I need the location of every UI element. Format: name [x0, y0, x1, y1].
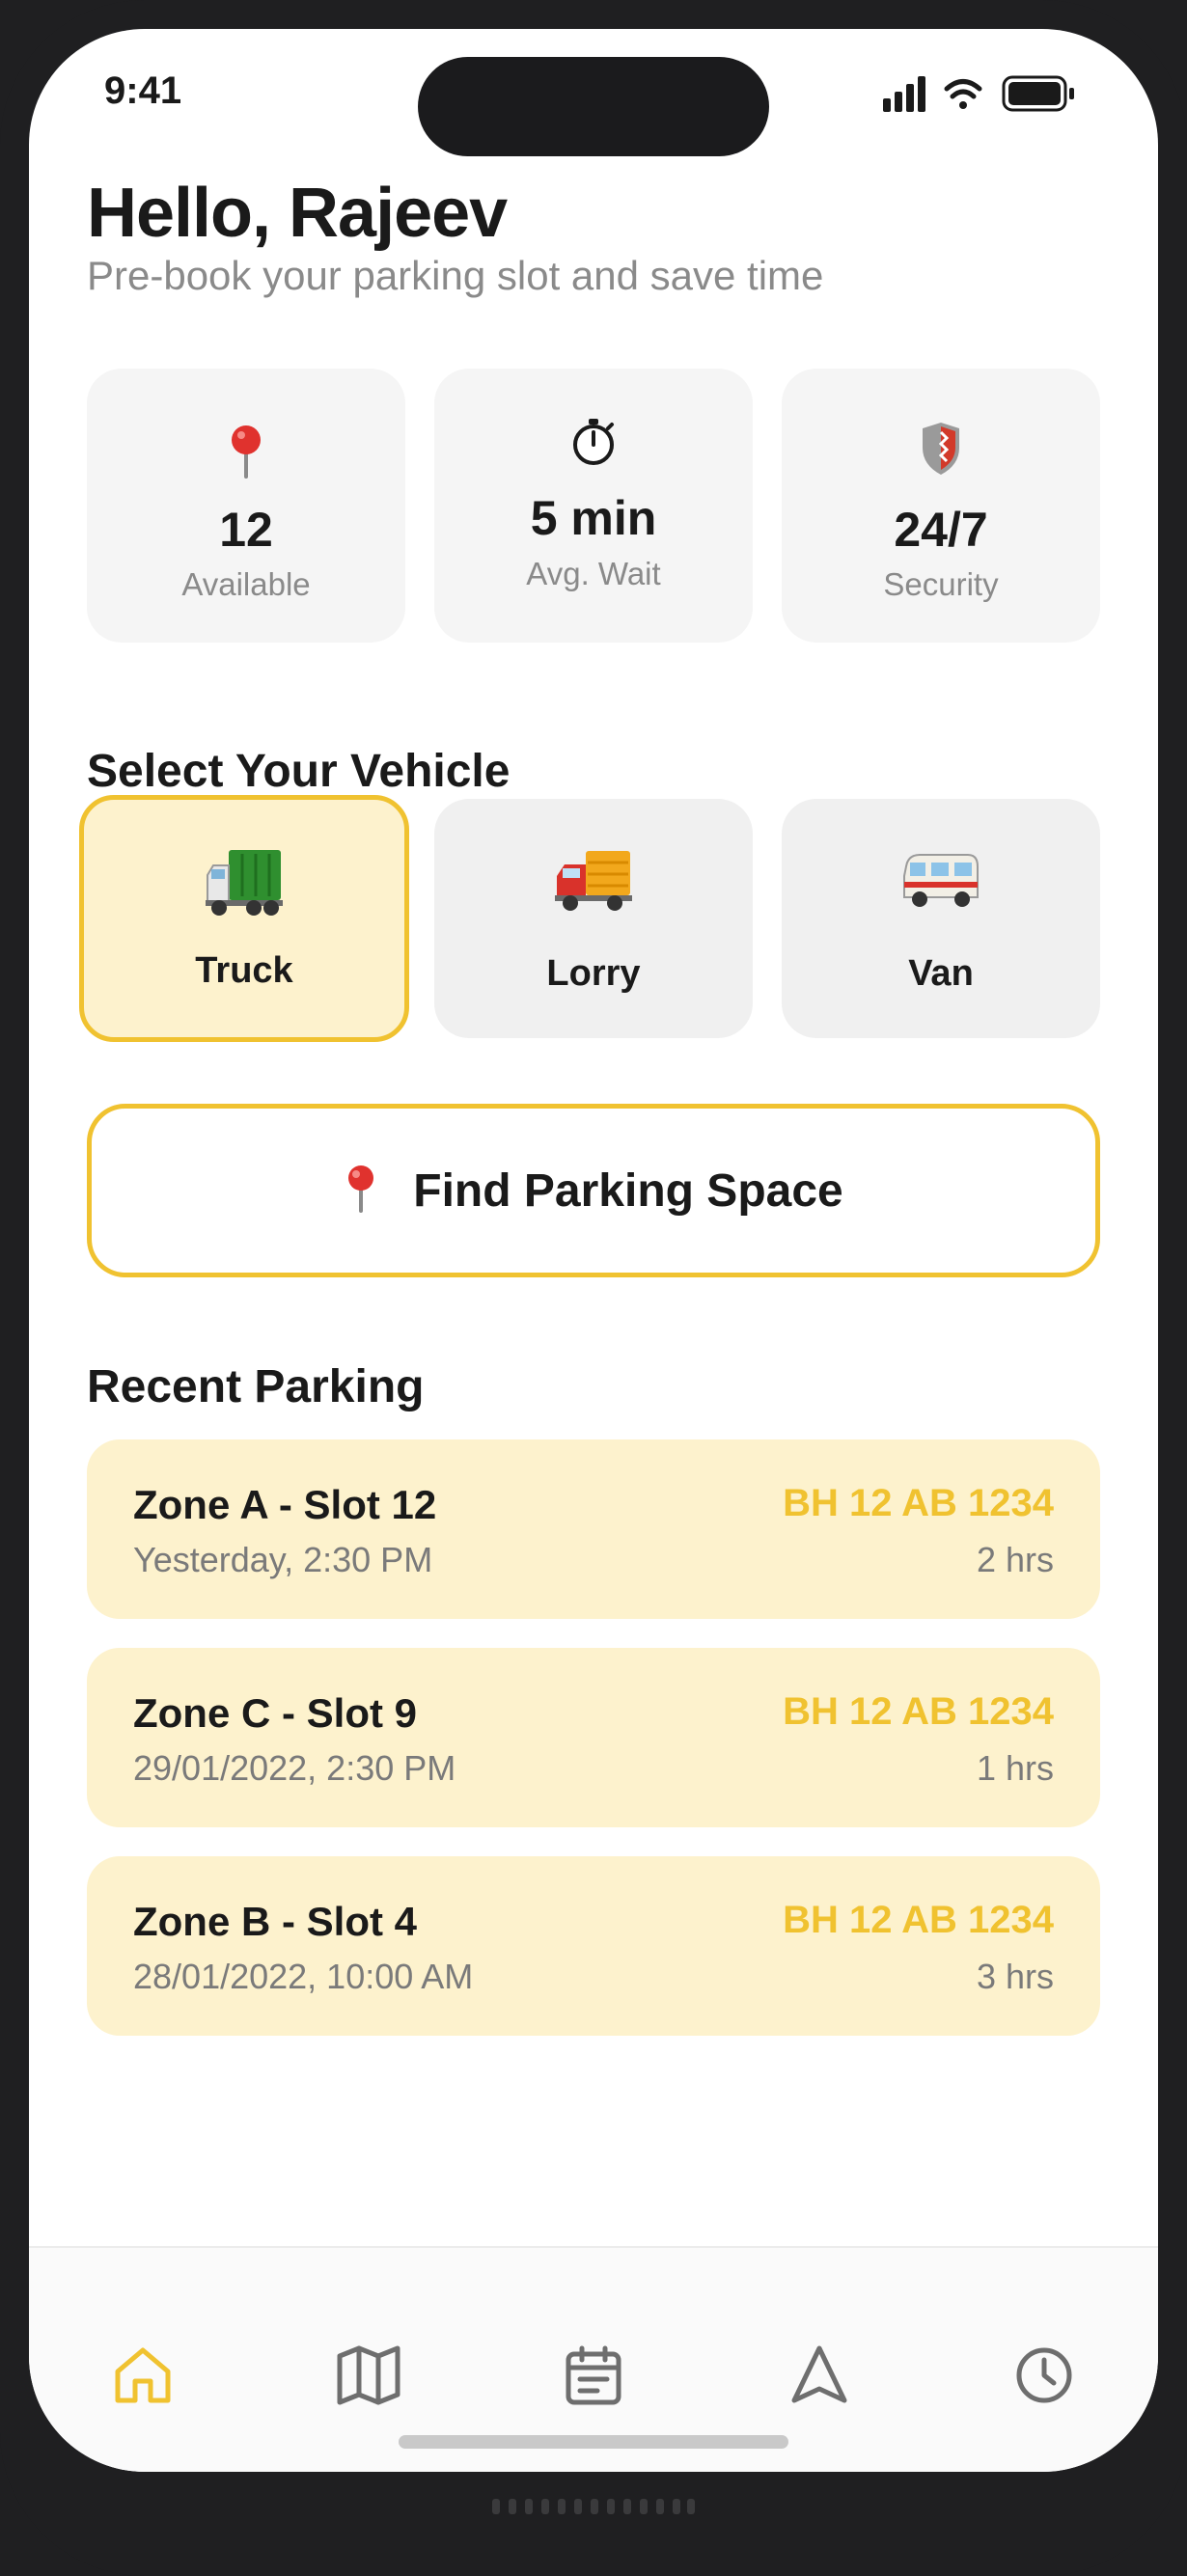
vehicle-option-truck[interactable]: Truck [79, 795, 409, 1042]
recent-parking-item[interactable]: Zone B - Slot 4 28/01/2022, 10:00 AM BH … [87, 1856, 1100, 2036]
map-pin-icon [87, 423, 405, 480]
signal-icon [883, 76, 925, 112]
tab-navigate[interactable] [781, 2337, 858, 2414]
recent-zone: Zone A - Slot 12 [133, 1482, 437, 1527]
recent-parking-item[interactable]: Zone C - Slot 9 29/01/2022, 2:30 PM BH 1… [87, 1648, 1100, 1827]
home-indicator[interactable] [399, 2435, 788, 2449]
device-frame: 9:41 Hello, Rajeev Pre-book your parking… [0, 0, 1187, 2576]
vehicle-option-van[interactable]: Van [782, 799, 1100, 1038]
shield-icon [782, 421, 1100, 479]
recent-time: 29/01/2022, 2:30 PM [133, 1748, 456, 1788]
dynamic-island [418, 57, 769, 156]
map-pin-icon [344, 1164, 378, 1219]
battery-icon [1002, 75, 1074, 112]
stat-card-security: 24/7 Security [782, 369, 1100, 643]
speaker-grille [492, 2499, 695, 2514]
status-icons [883, 73, 1115, 116]
recent-duration: 3 hrs [976, 1957, 1054, 1996]
recent-duration: 2 hrs [976, 1540, 1054, 1579]
stat-value: 24/7 [894, 503, 988, 557]
stat-value: 5 min [530, 491, 657, 545]
navigation-icon [791, 2345, 847, 2403]
stat-card-available: 12 Available [87, 369, 405, 643]
stat-value: 12 [219, 503, 273, 557]
tab-calendar[interactable] [555, 2337, 632, 2414]
recent-plate: BH 12 AB 1234 [783, 1899, 1054, 1941]
stopwatch-icon [434, 417, 753, 475]
greeting-subtitle: Pre-book your parking slot and save time [87, 253, 824, 298]
recent-section-title: Recent Parking [87, 1361, 425, 1412]
tab-map[interactable] [330, 2337, 407, 2414]
recent-zone: Zone C - Slot 9 [133, 1690, 417, 1736]
vehicle-section-title: Select Your Vehicle [87, 746, 511, 797]
find-parking-label: Find Parking Space [413, 1165, 843, 1217]
tab-history[interactable] [1006, 2337, 1083, 2414]
calendar-icon [566, 2345, 621, 2405]
find-parking-button[interactable]: Find Parking Space [87, 1104, 1100, 1277]
recent-time: 28/01/2022, 10:00 AM [133, 1957, 474, 1996]
recent-zone: Zone B - Slot 4 [133, 1899, 417, 1944]
vehicle-option-lorry[interactable]: Lorry [434, 799, 753, 1038]
app-screen: 9:41 Hello, Rajeev Pre-book your parking… [29, 29, 1158, 2472]
tab-home[interactable] [104, 2337, 181, 2414]
map-icon [337, 2345, 400, 2405]
lorry-icon [434, 847, 753, 924]
stat-label: Avg. Wait [526, 556, 661, 591]
vehicle-label: Lorry [546, 953, 641, 994]
status-time: 9:41 [104, 69, 182, 112]
truck-icon [84, 846, 404, 923]
stat-label: Available [181, 566, 311, 602]
vehicle-label: Truck [195, 950, 293, 991]
wifi-icon [944, 79, 982, 109]
stat-label: Security [883, 566, 999, 602]
vehicle-label: Van [908, 953, 974, 994]
stat-card-avg-wait: 5 min Avg. Wait [434, 369, 753, 643]
greeting-title: Hello, Rajeev [87, 175, 508, 252]
recent-plate: BH 12 AB 1234 [783, 1482, 1054, 1524]
recent-time: Yesterday, 2:30 PM [133, 1540, 433, 1579]
van-icon [782, 847, 1100, 924]
recent-parking-item[interactable]: Zone A - Slot 12 Yesterday, 2:30 PM BH 1… [87, 1439, 1100, 1619]
clock-icon [1016, 2347, 1072, 2403]
recent-plate: BH 12 AB 1234 [783, 1690, 1054, 1733]
recent-duration: 1 hrs [976, 1748, 1054, 1788]
home-icon [115, 2347, 171, 2403]
